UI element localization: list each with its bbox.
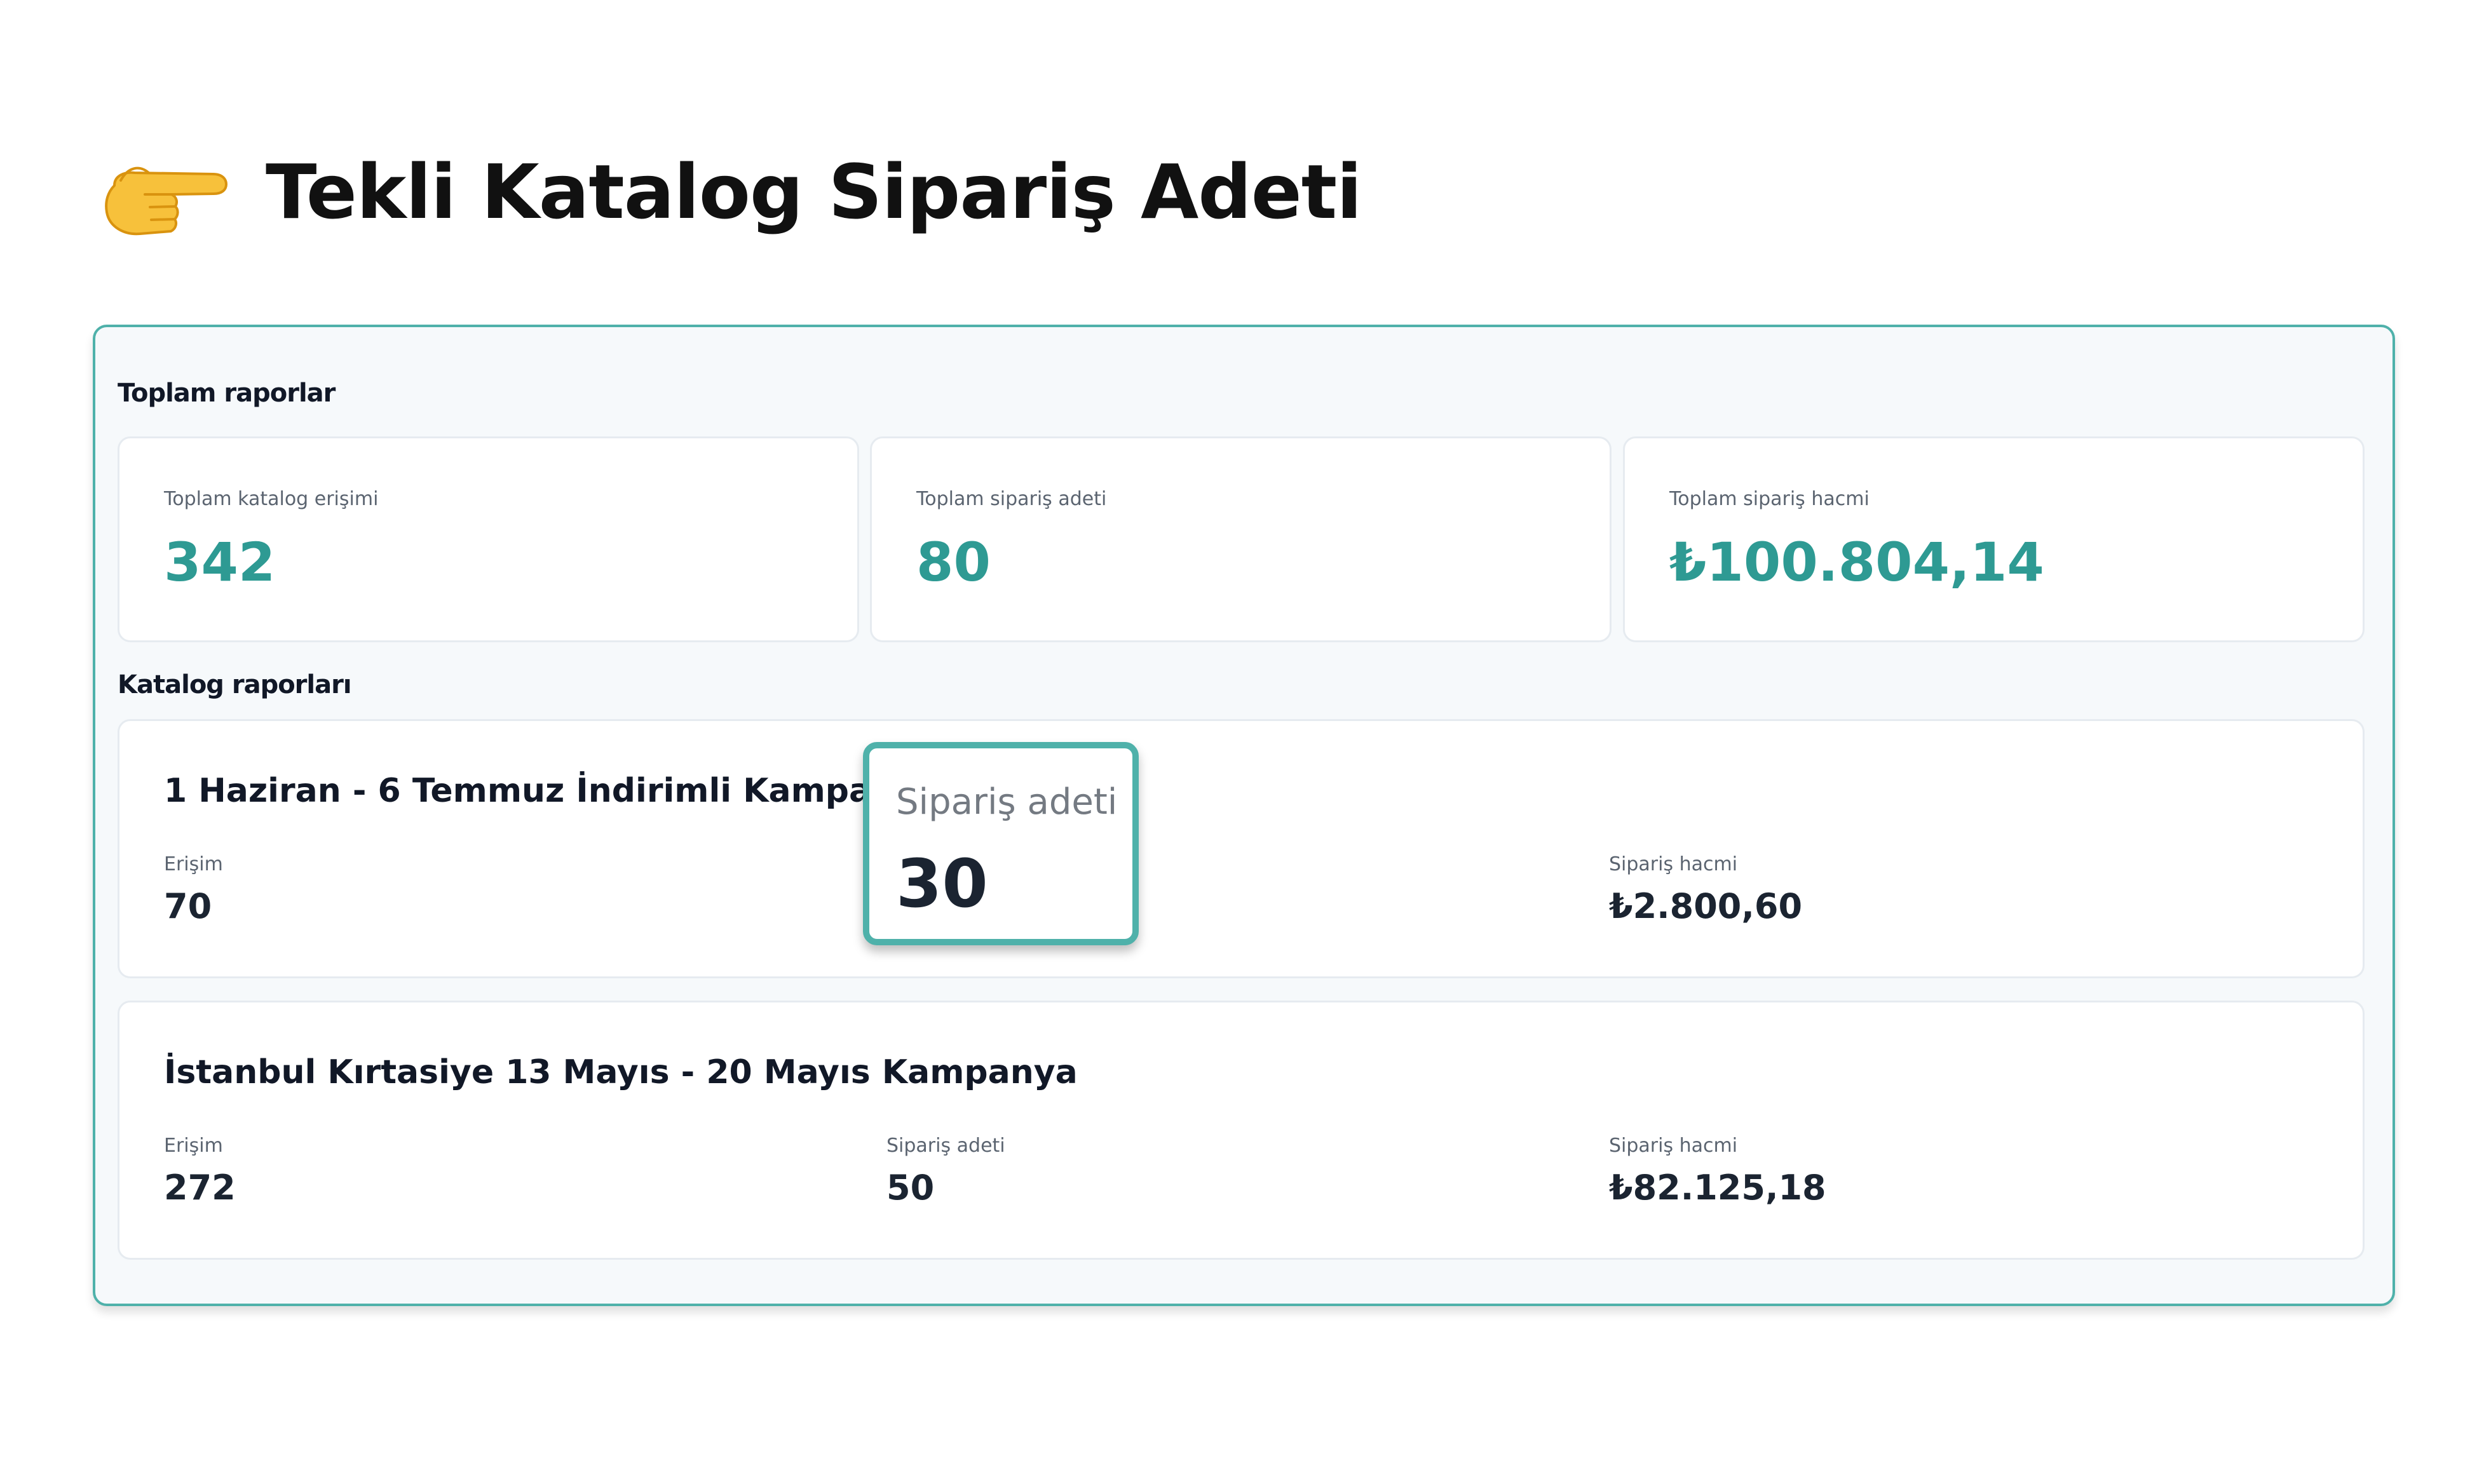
volume-label: Sipariş hacmi (1609, 853, 1738, 875)
volume-label: Sipariş hacmi (1609, 1135, 1738, 1157)
volume-value: ₺82.125,18 (1609, 1168, 1826, 1208)
reach-label: Erişim (164, 853, 223, 875)
catalog-card[interactable]: İstanbul Kırtasiye 13 Mayıs - 20 Mayıs K… (118, 1001, 2365, 1260)
total-volume-value: ₺100.804,14 (1669, 531, 2044, 593)
reach-label: Erişim (164, 1135, 223, 1157)
catalogs-section-title: Katalog raporları (118, 670, 352, 699)
total-reach-value: 342 (164, 531, 276, 593)
orders-label: Sipariş adeti (886, 1135, 1005, 1157)
totals-section-title: Toplam raporlar (118, 379, 336, 408)
total-orders-label: Toplam sipariş adeti (916, 488, 1107, 510)
volume-value: ₺2.800,60 (1609, 886, 1803, 926)
reach-value: 70 (164, 886, 212, 926)
total-volume-label: Toplam sipariş hacmi (1669, 488, 1870, 510)
total-reach-label: Toplam katalog erişimi (164, 488, 379, 510)
page-heading: Tekli Katalog Sipariş Adeti (95, 141, 1362, 243)
report-panel: Toplam raporlar Toplam katalog erişimi 3… (93, 325, 2395, 1306)
total-reach-card: Toplam katalog erişimi 342 (118, 436, 859, 642)
total-orders-card: Toplam sipariş adeti 80 (870, 436, 1612, 642)
orders-label: Sipariş adeti (896, 781, 1118, 823)
pointing-right-hand-icon (105, 166, 228, 236)
total-orders-value: 80 (916, 531, 991, 593)
total-volume-card: Toplam sipariş hacmi ₺100.804,14 (1623, 436, 2365, 642)
catalog-title: İstanbul Kırtasiye 13 Mayıs - 20 Mayıs K… (164, 1053, 1078, 1091)
catalog-title: 1 Haziran - 6 Temmuz İndirimli Kampanya (164, 772, 939, 810)
orders-value: 30 (896, 845, 988, 922)
page-title: Tekli Katalog Sipariş Adeti (266, 148, 1362, 236)
orders-value: 50 (886, 1168, 935, 1208)
reach-value: 272 (164, 1168, 236, 1208)
catalog-card[interactable]: 1 Haziran - 6 Temmuz İndirimli Kampanya … (118, 719, 2365, 978)
highlighted-order-count: Sipariş adeti 30 (863, 742, 1139, 945)
